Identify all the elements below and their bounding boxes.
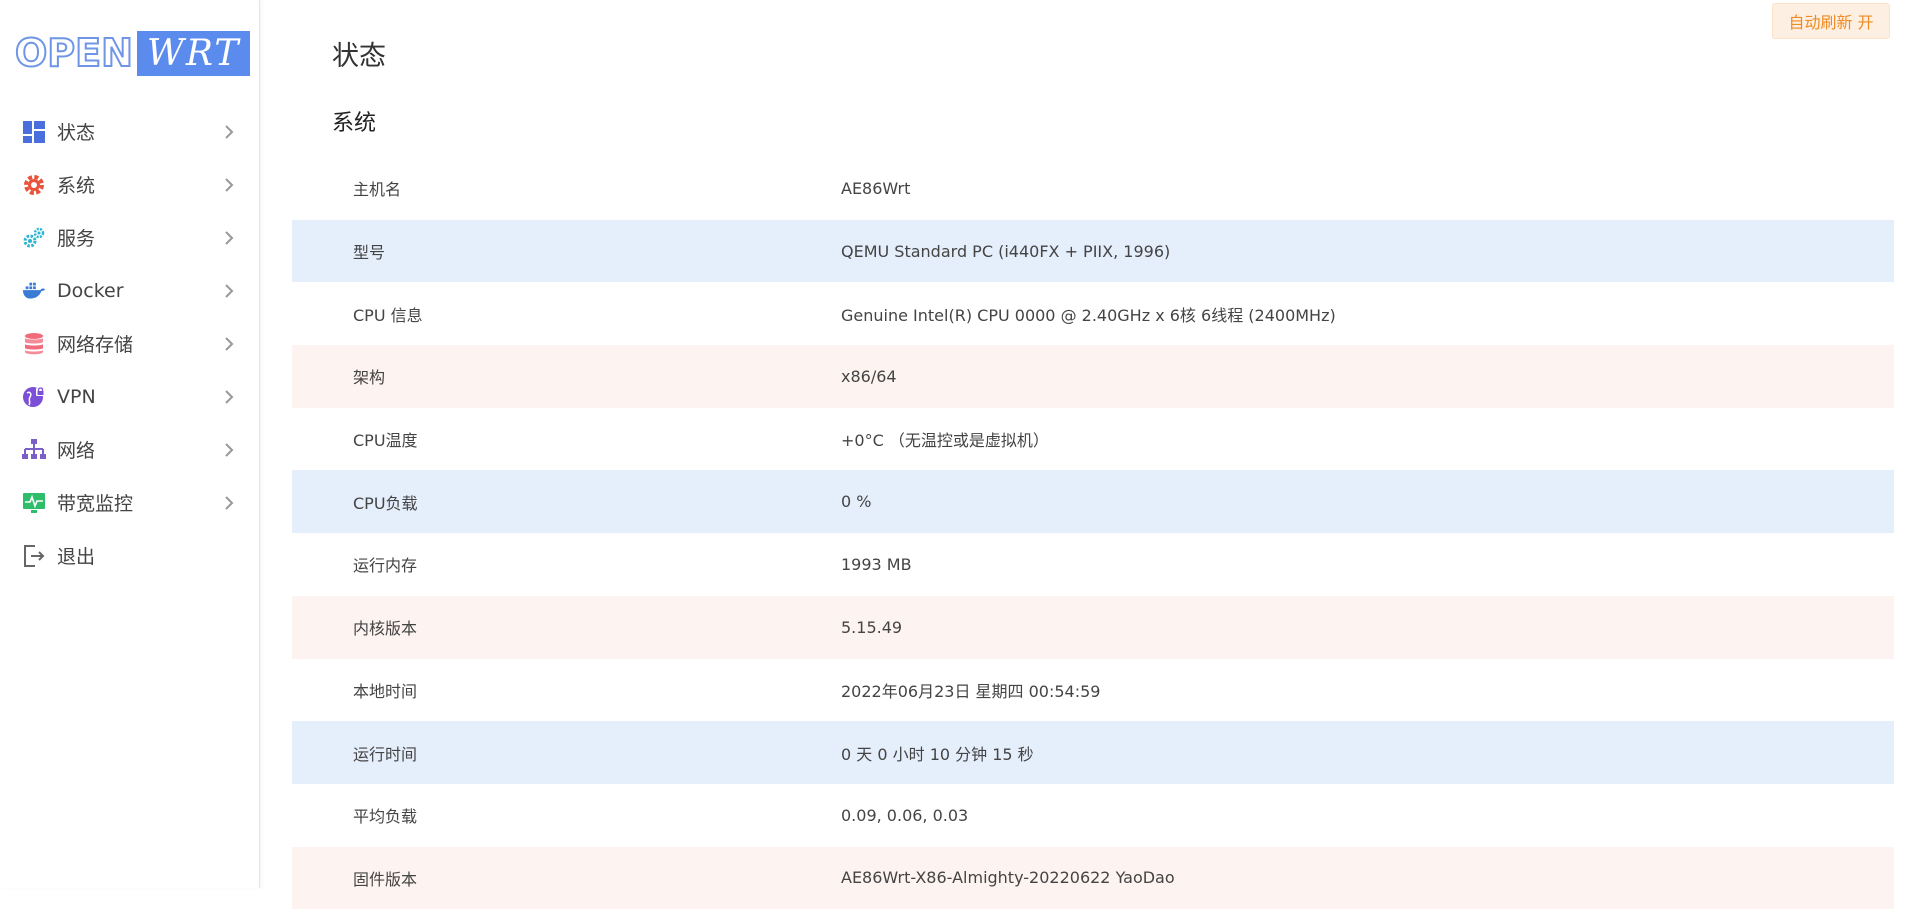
table-row-load-average: 平均负载 0.09, 0.06, 0.03	[292, 784, 1894, 847]
table-row-local-time: 本地时间 2022年06月23日 星期四 00:54:59	[292, 659, 1894, 722]
logo-open-text: OPEN	[14, 30, 134, 76]
network-tree-icon	[22, 438, 46, 462]
row-value: AE86Wrt-X86-Almighty-20220622 YaoDao	[841, 868, 1175, 888]
row-key: CPU 信息	[353, 305, 423, 325]
row-value: +0°C （无温控或是虚拟机）	[841, 431, 1049, 451]
sidebar-item-system[interactable]: 系统	[0, 158, 259, 211]
sidebar-item-label: 服务	[57, 228, 96, 250]
sidebar-item-bandwidth-monitor[interactable]: 带宽监控	[0, 476, 259, 529]
sidebar-item-docker[interactable]: Docker	[0, 264, 259, 317]
docker-whale-icon	[22, 279, 46, 303]
sidebar-item-logout[interactable]: 退出	[0, 529, 259, 582]
section-title-system: 系统	[332, 111, 377, 136]
sidebar-item-vpn[interactable]: VPN	[0, 370, 259, 423]
chevron-right-icon	[225, 389, 234, 404]
row-key: 本地时间	[353, 681, 418, 701]
row-key: 架构	[353, 368, 386, 388]
row-key: CPU温度	[353, 431, 418, 451]
sidebar-item-label: 网络	[57, 440, 96, 462]
row-key: CPU负载	[353, 493, 418, 513]
row-value: AE86Wrt	[841, 178, 911, 198]
gears-icon	[22, 226, 46, 250]
row-key: 固件版本	[353, 869, 418, 889]
row-value: QEMU Standard PC (i440FX + PIIX, 1996)	[841, 241, 1171, 261]
page-title: 状态	[332, 41, 386, 72]
table-row-cpu-info: CPU 信息 Genuine Intel(R) CPU 0000 @ 2.40G…	[292, 282, 1894, 345]
sidebar-item-network[interactable]: 网络	[0, 423, 259, 476]
chevron-right-icon	[225, 177, 234, 192]
chevron-right-icon	[225, 230, 234, 245]
sidebar-item-label: VPN	[57, 385, 96, 408]
sidebar-item-services[interactable]: 服务	[0, 211, 259, 264]
row-key: 运行时间	[353, 744, 418, 764]
table-row-memory: 运行内存 1993 MB	[292, 533, 1894, 596]
globe-lock-icon	[22, 385, 46, 409]
table-row-uptime: 运行时间 0 天 0 小时 10 分钟 15 秒	[292, 721, 1894, 784]
chevron-right-icon	[225, 442, 234, 457]
sidebar-item-label: 网络存储	[57, 334, 134, 356]
sidebar-item-label: 退出	[57, 546, 96, 568]
row-value: Genuine Intel(R) CPU 0000 @ 2.40GHz x 6核…	[841, 305, 1336, 325]
dashboard-icon	[22, 120, 46, 144]
table-row-model: 型号 QEMU Standard PC (i440FX + PIIX, 1996…	[292, 219, 1894, 283]
table-row-firmware-version: 固件版本 AE86Wrt-X86-Almighty-20220622 YaoDa…	[292, 846, 1894, 909]
auto-refresh-button[interactable]: 自动刷新 开	[1772, 3, 1890, 39]
sidebar-item-label: 状态	[57, 122, 96, 144]
table-row-hostname: 主机名 AE86Wrt	[292, 157, 1894, 220]
sidebar-nav: 状态 系统 服务 Docker 网络存储 VPN 网络 带宽监控 退出	[0, 105, 259, 582]
monitor-pulse-icon	[22, 491, 46, 515]
table-row-cpu-load: CPU负载 0 %	[292, 470, 1894, 534]
table-row-architecture: 架构 x86/64	[292, 345, 1894, 408]
row-key: 运行内存	[353, 556, 418, 576]
openwrt-logo[interactable]: OPEN WRT	[14, 30, 251, 76]
row-value: 2022年06月23日 星期四 00:54:59	[841, 681, 1101, 701]
row-value: 0 %	[841, 492, 872, 512]
row-key: 主机名	[353, 180, 402, 200]
sidebar-item-status[interactable]: 状态	[0, 105, 259, 158]
row-value: 5.15.49	[841, 617, 903, 637]
sidebar-item-label: Docker	[57, 279, 124, 302]
row-key: 内核版本	[353, 619, 418, 639]
sidebar-item-network-storage[interactable]: 网络存储	[0, 317, 259, 370]
row-value: 1993 MB	[841, 554, 912, 574]
chevron-right-icon	[225, 495, 234, 510]
chevron-right-icon	[225, 336, 234, 351]
chevron-right-icon	[225, 283, 234, 298]
database-icon	[22, 332, 46, 356]
row-value: 0 天 0 小时 10 分钟 15 秒	[841, 744, 1034, 764]
row-value: 0.09, 0.06, 0.03	[841, 805, 969, 825]
chevron-right-icon	[225, 124, 234, 139]
row-key: 型号	[353, 243, 386, 263]
system-info-table: 主机名 AE86Wrt 型号 QEMU Standard PC (i440FX …	[292, 157, 1894, 909]
sidebar: OPEN WRT 状态 系统 服务 Docker 网络存储 VPN 网络 带宽监…	[0, 0, 260, 888]
table-row-cpu-temperature: CPU温度 +0°C （无温控或是虚拟机）	[292, 408, 1894, 471]
gear-icon	[22, 173, 46, 197]
sidebar-item-label: 系统	[57, 175, 96, 197]
row-key: 平均负载	[353, 807, 418, 827]
row-value: x86/64	[841, 366, 897, 386]
logout-icon	[22, 544, 46, 568]
table-row-kernel-version: 内核版本 5.15.49	[292, 595, 1894, 659]
logo-wrt-text: WRT	[136, 31, 251, 76]
sidebar-item-label: 带宽监控	[57, 493, 134, 515]
